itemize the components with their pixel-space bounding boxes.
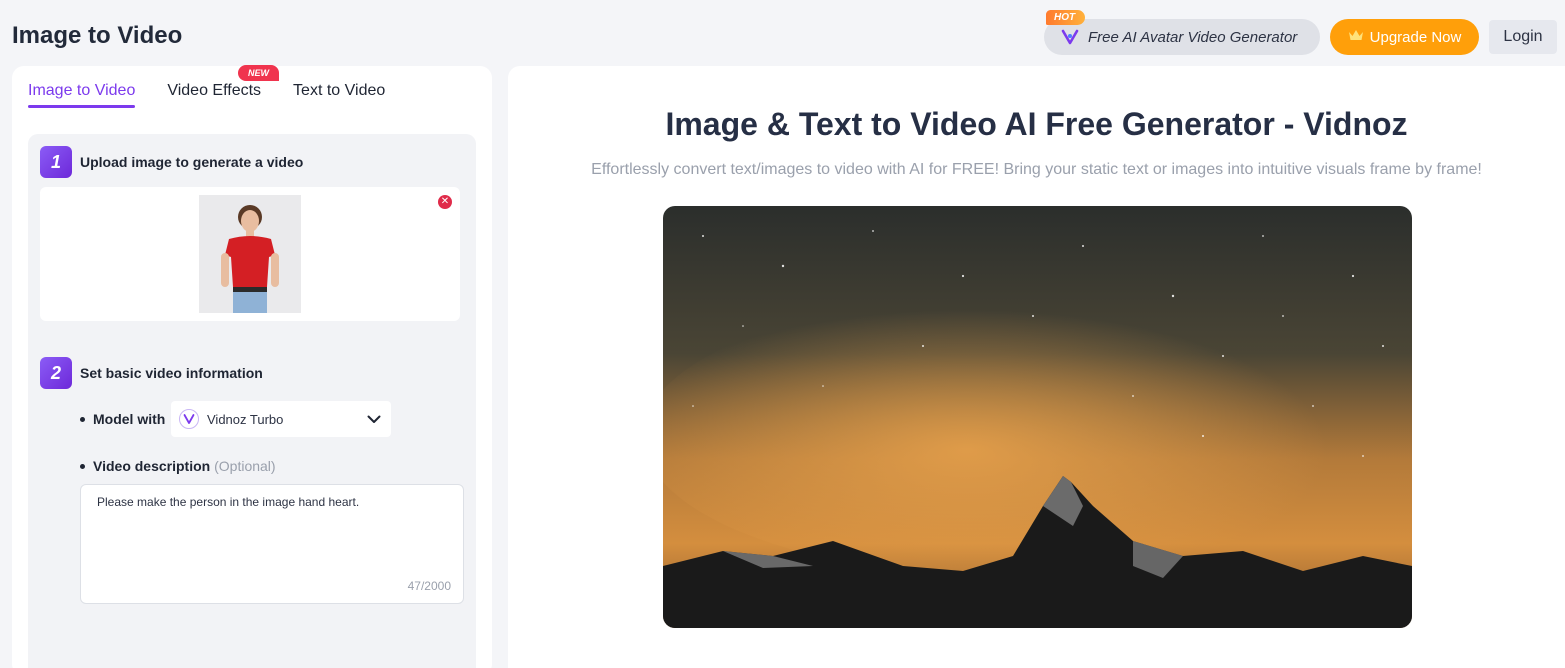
vidnoz-logo-icon [1060,27,1080,47]
character-count: 47/2000 [407,579,451,593]
tab-video-effects[interactable]: Video Effects NEW [167,65,280,108]
bullet-icon [80,463,85,469]
step-2-label: Set basic video information [80,365,263,381]
step-1-header: 1 Upload image to generate a video [40,146,303,178]
hot-badge: HOT [1046,10,1086,25]
bullet-icon [80,416,85,422]
crown-icon [1348,28,1364,46]
hero-subtitle: Effortlessly convert text/images to vide… [591,161,1482,178]
tab-video-effects-label: Video Effects [167,82,262,99]
model-value: Vidnoz Turbo [207,411,284,427]
login-button[interactable]: Login [1489,20,1557,54]
new-badge: NEW [238,65,280,81]
step-1-number: 1 [40,146,72,178]
tab-image-to-video[interactable]: Image to Video [28,82,136,108]
uploaded-image-thumbnail [199,195,301,313]
model-select[interactable]: Vidnoz Turbo [171,401,391,437]
tab-text-to-video[interactable]: Text to Video [293,82,385,108]
description-label-text: Video description [93,458,211,474]
hero-title: Image & Text to Video AI Free Generator … [665,106,1408,142]
model-label: Model with [93,411,166,427]
chevron-down-icon [367,412,381,427]
steps-container: 1 Upload image to generate a video ✕ 2 S… [28,134,476,668]
top-actions: HOT Free AI Avatar Video Generator Upgra… [1044,10,1557,55]
remove-image-icon[interactable]: ✕ [438,195,452,209]
description-label: Video description (Optional) [93,458,276,474]
showcase-panel: Image & Text to Video AI Free Generator … [508,66,1565,668]
step-1-label: Upload image to generate a video [80,154,304,170]
upload-area[interactable]: ✕ [40,187,460,321]
upgrade-now-button[interactable]: Upgrade Now [1330,19,1479,55]
upgrade-now-label: Upgrade Now [1369,28,1462,46]
page-title: Image to Video [12,22,183,49]
description-textarea[interactable]: Please make the person in the image hand… [80,484,464,604]
vidnoz-turbo-icon [179,409,199,429]
avatar-generator-link[interactable]: HOT Free AI Avatar Video Generator [1044,10,1320,55]
avatar-generator-label: Free AI Avatar Video Generator [1088,28,1298,46]
description-field: Video description (Optional) [80,458,276,474]
description-text: Please make the person in the image hand… [97,495,360,509]
optional-hint: (Optional) [214,458,276,474]
step-2-header: 2 Set basic video information [40,357,263,389]
sample-video-preview[interactable] [663,206,1412,628]
mode-tabs: Image to Video Video Effects NEW Text to… [28,65,385,108]
generator-panel: Image to Video Video Effects NEW Text to… [12,65,492,668]
step-2-number: 2 [40,357,72,389]
model-field: Model with [80,411,165,427]
